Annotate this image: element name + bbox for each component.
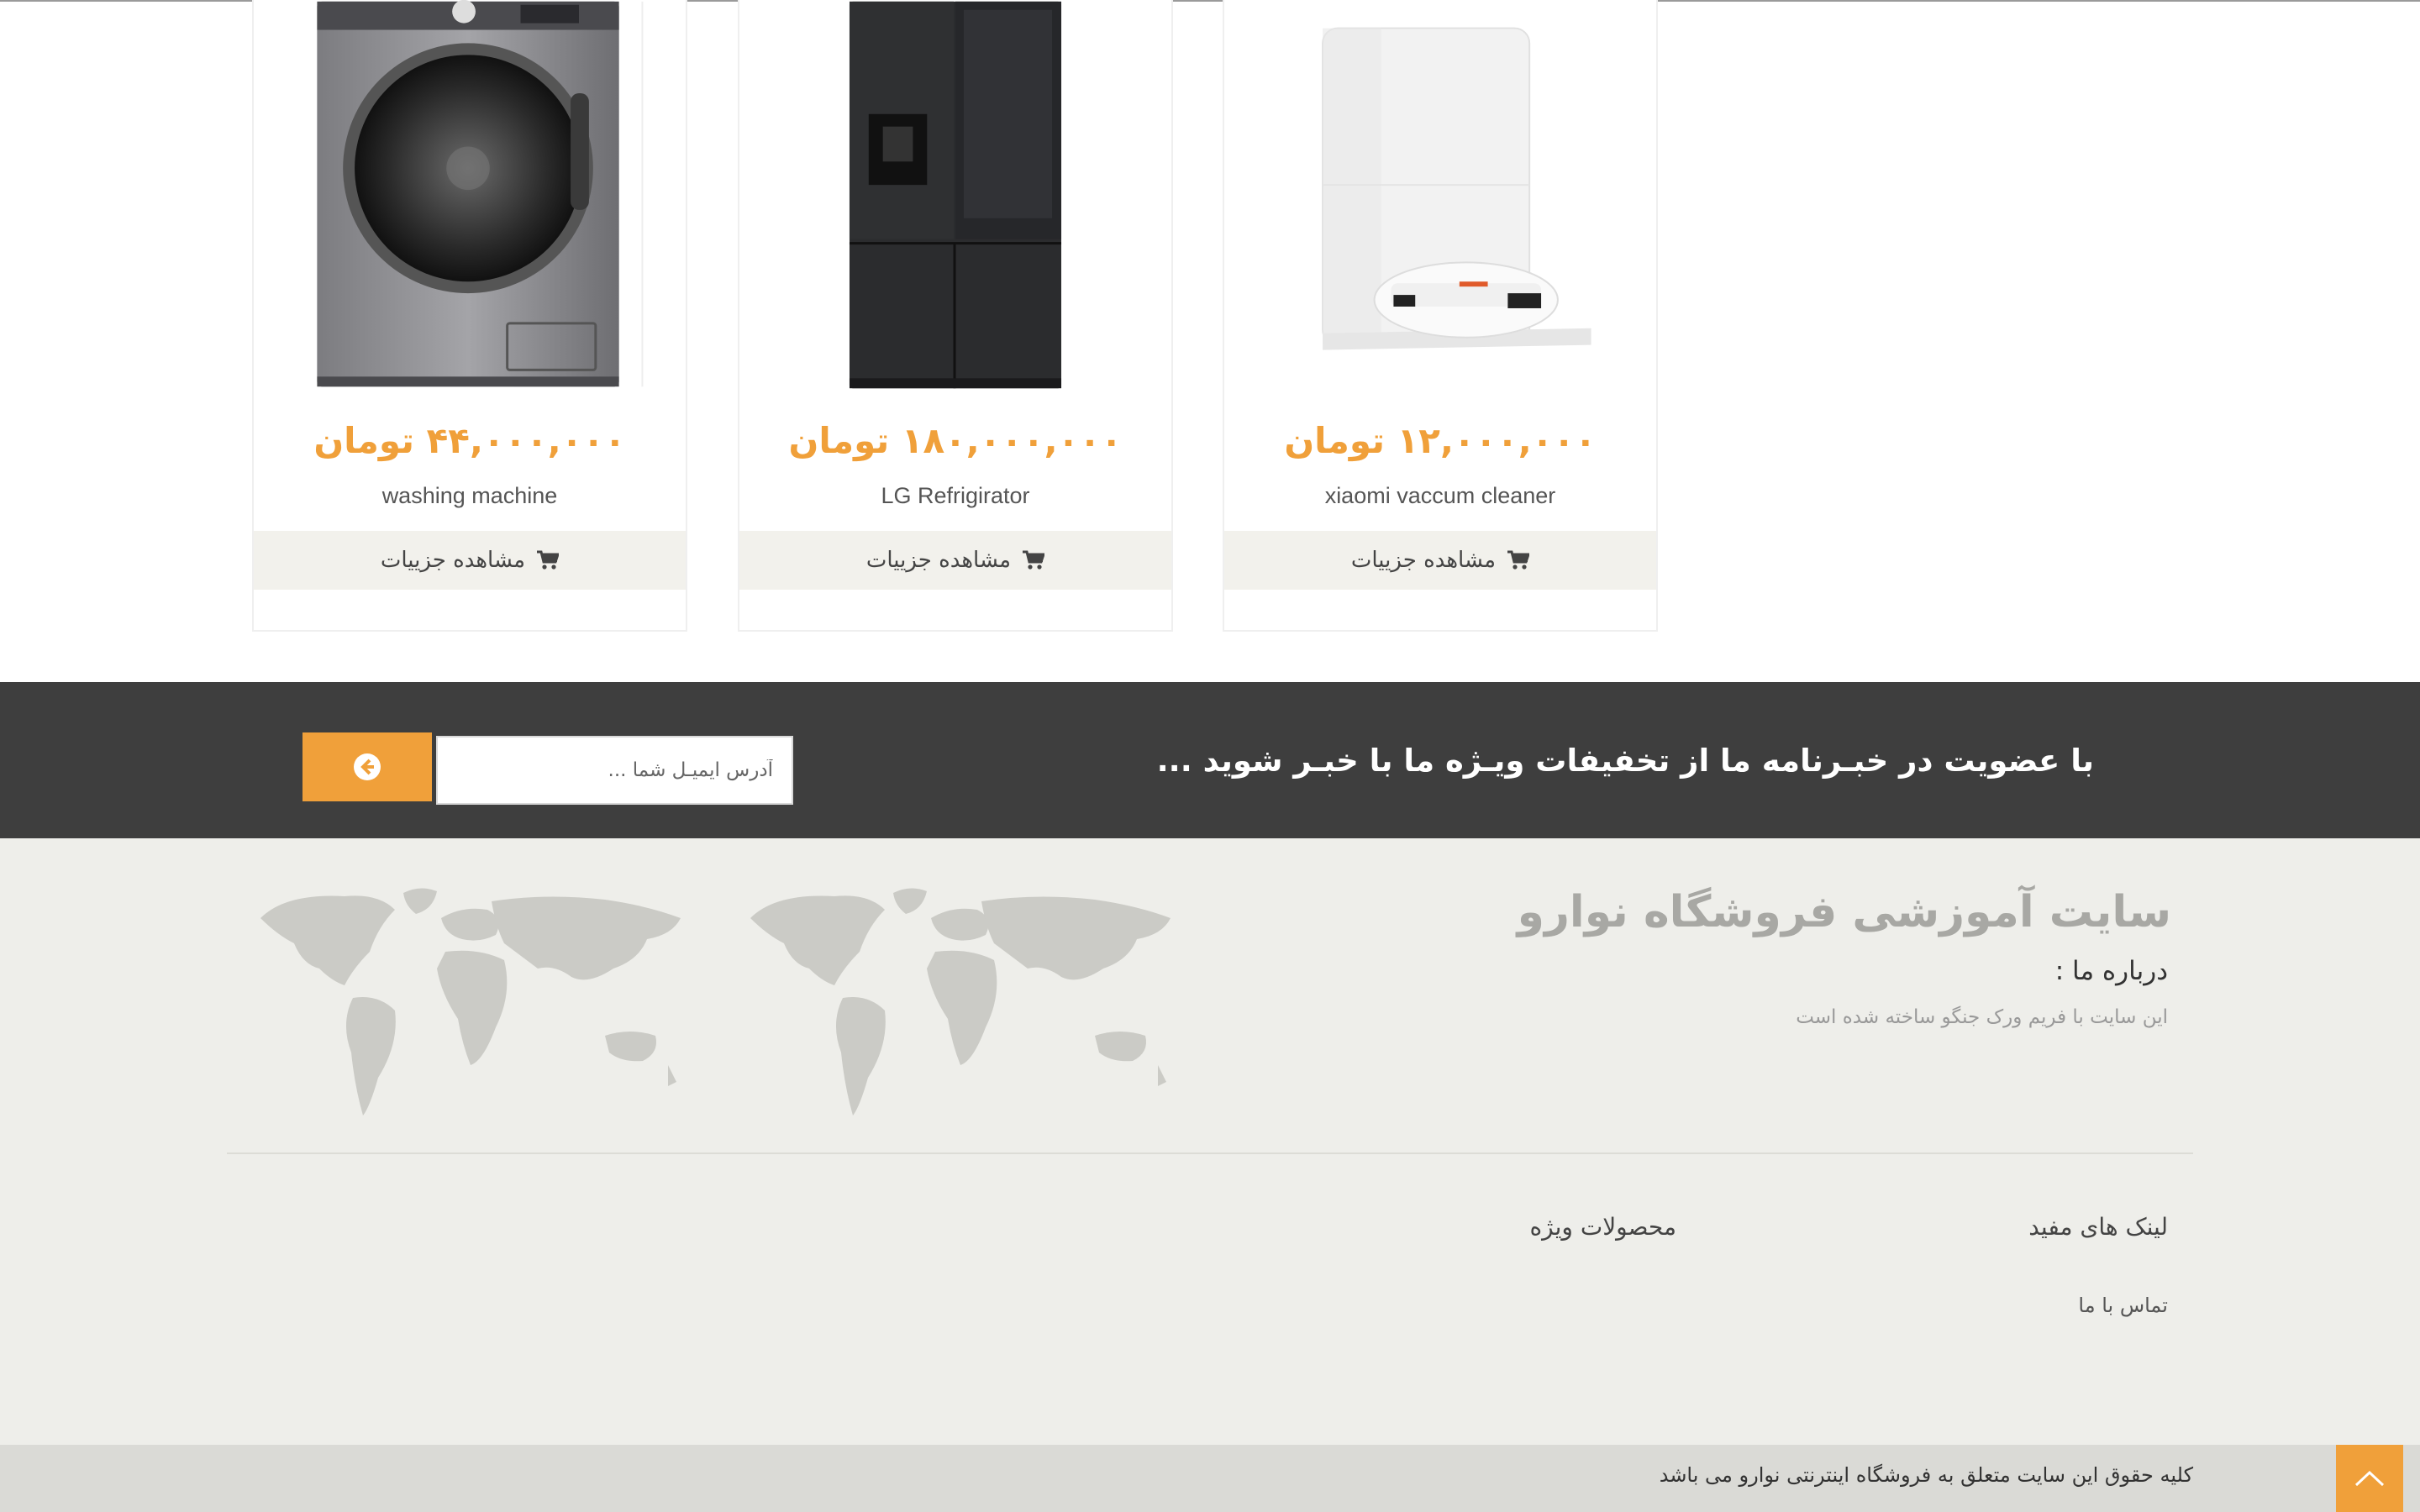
useful-links-heading: لینک های مفید xyxy=(2028,1213,2168,1241)
special-products-heading: محصولات ویژه xyxy=(1529,1213,1676,1241)
newsletter-title: با عضویت در خبـرنامه ما از تخفیفات ویـژه… xyxy=(1156,743,2094,779)
view-details-label: مشاهده جزییات xyxy=(865,548,1012,573)
cart-icon xyxy=(537,550,560,570)
arrow-circle-left-icon xyxy=(354,753,381,780)
footer-divider xyxy=(227,1152,2193,1154)
copyright-bar: کلیه حقوق این سایت متعلق به فروشگاه اینت… xyxy=(0,1445,2420,1512)
product-name: washing machine xyxy=(381,483,558,508)
about-text: این سایت با فریم ورک جنگو ساخته شده است xyxy=(1796,1006,2168,1028)
product-name: xiaomi vaccum cleaner xyxy=(1324,483,1556,508)
footer: سایت آموزشی فروشگاه نوارو درباره ما : ای… xyxy=(0,838,2420,1445)
product-card-refrigerator: ۱۸۰,۰۰۰,۰۰۰ تومان LG Refrigirator مشاهده… xyxy=(738,0,1173,632)
newsletter-email-input[interactable] xyxy=(436,736,793,805)
product-name: LG Refrigirator xyxy=(881,483,1030,508)
view-details-button[interactable]: مشاهده جزییات xyxy=(739,531,1171,590)
view-details-button[interactable]: مشاهده جزییات xyxy=(1224,531,1656,590)
product-price: ۱۲,۰۰۰,۰۰۰ تومان xyxy=(1284,420,1597,461)
contact-us-link[interactable]: تماس با ما xyxy=(2078,1294,2168,1317)
robot-vacuum-image xyxy=(1322,27,1591,350)
view-details-button[interactable]: مشاهده جزییات xyxy=(254,531,686,590)
footer-site-title: سایت آموزشی فروشگاه نوارو xyxy=(1517,887,2171,937)
newsletter-band: با عضویت در خبـرنامه ما از تخفیفات ویـژه… xyxy=(0,682,2420,838)
newsletter-submit-button[interactable] xyxy=(302,732,432,801)
washing-machine-image xyxy=(317,0,644,387)
product-card-robot-vacuum: ۱۲,۰۰۰,۰۰۰ تومان xiaomi vaccum cleaner م… xyxy=(1223,0,1658,632)
product-price: ۴۴,۰۰۰,۰۰۰ تومان xyxy=(313,420,626,461)
copyright-text: کلیه حقوق این سایت متعلق به فروشگاه اینت… xyxy=(1659,1463,2193,1487)
refrigerator-image xyxy=(849,1,1062,389)
product-price: ۱۸۰,۰۰۰,۰۰۰ تومان xyxy=(788,420,1123,461)
world-map-image xyxy=(260,888,681,1116)
scroll-to-top-button[interactable] xyxy=(2336,1445,2403,1512)
chevron-up-icon xyxy=(2354,1470,2385,1487)
view-details-label: مشاهده جزییات xyxy=(380,548,526,573)
about-heading: درباره ما : xyxy=(2054,956,2168,986)
cart-icon xyxy=(1507,550,1530,570)
view-details-label: مشاهده جزییات xyxy=(1350,548,1497,573)
world-map-image xyxy=(750,888,1171,1116)
product-card-washing-machine: ۴۴,۰۰۰,۰۰۰ تومان washing machine مشاهده … xyxy=(252,0,687,632)
cart-icon xyxy=(1023,550,1045,570)
